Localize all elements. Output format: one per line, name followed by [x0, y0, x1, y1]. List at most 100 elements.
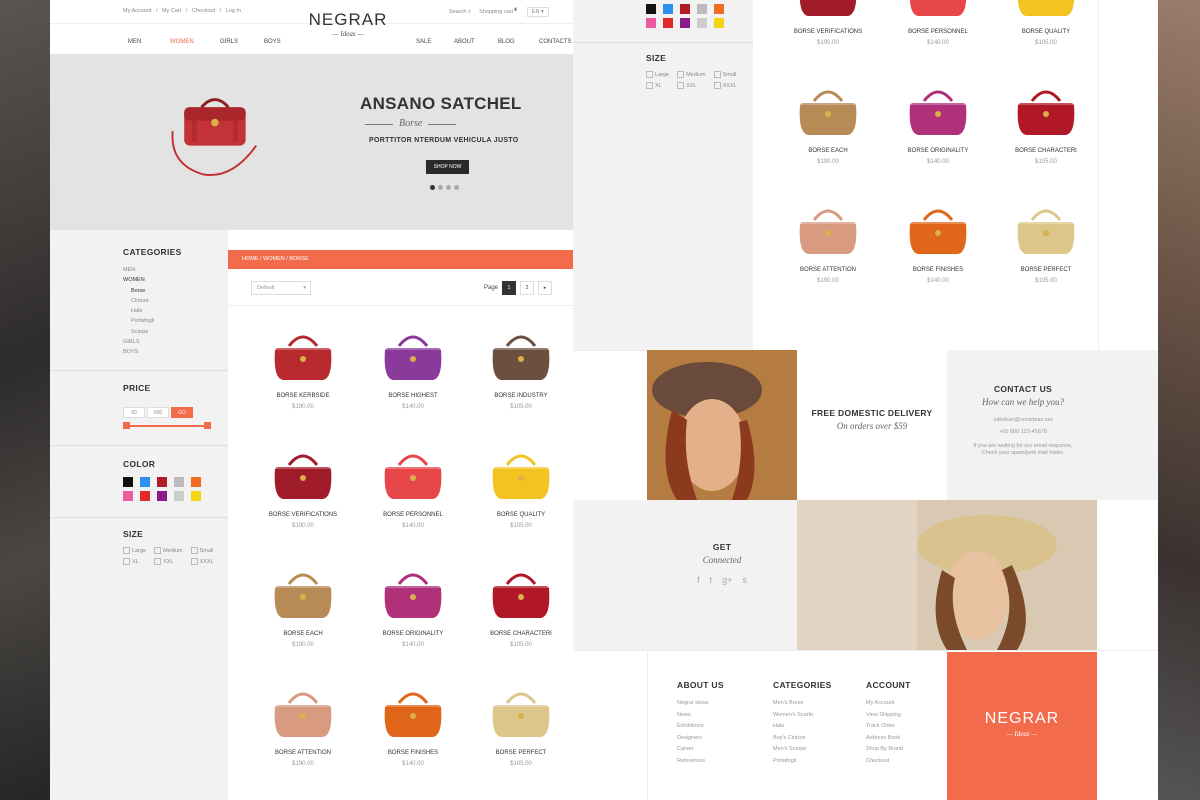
product-card[interactable]: BORSE QUALITY $105.00: [466, 445, 573, 529]
category-item[interactable]: MEN: [123, 265, 182, 275]
product-image-wrap[interactable]: [263, 445, 343, 505]
product-name[interactable]: BORSE HIGHEST: [358, 393, 468, 399]
color-swatch[interactable]: [680, 18, 690, 28]
price-max-input[interactable]: 500: [147, 407, 169, 418]
product-name[interactable]: BORSE INDUSTRY: [466, 393, 573, 399]
product-card[interactable]: BORSE CHARACTERI $105.00: [466, 564, 573, 648]
product-image-wrap[interactable]: [788, 200, 868, 260]
footer-link[interactable]: Address Book: [866, 733, 911, 745]
product-image-wrap[interactable]: [481, 564, 561, 624]
product-image-wrap[interactable]: [481, 326, 561, 386]
size-checkbox[interactable]: Small: [191, 547, 214, 554]
category-item[interactable]: WOMEN: [123, 275, 182, 285]
footer-link[interactable]: Shop By Brand: [866, 744, 911, 756]
size-checkbox[interactable]: XL: [123, 558, 146, 565]
product-image-wrap[interactable]: [898, 0, 978, 22]
contact-email[interactable]: sakahan@cmsideas.net: [947, 417, 1099, 423]
product-image-wrap[interactable]: [481, 445, 561, 505]
nav-women[interactable]: WOMEN: [170, 39, 194, 45]
size-checkbox[interactable]: Large: [123, 547, 146, 554]
size-checkbox[interactable]: XXL: [677, 82, 706, 89]
nav-contacts[interactable]: CONTACTS: [539, 39, 572, 45]
product-card[interactable]: BORSE QUALITY $105.00: [991, 0, 1101, 46]
product-card[interactable]: BORSE CHARACTERI $105.00: [991, 81, 1101, 165]
subcategory-item[interactable]: Borse: [123, 286, 182, 296]
page-button[interactable]: 2: [520, 281, 535, 295]
footer-link[interactable]: News: [677, 710, 724, 722]
product-card[interactable]: BORSE EACH $190.00: [248, 564, 358, 648]
nav-boys[interactable]: BOYS: [264, 39, 281, 45]
product-image-wrap[interactable]: [373, 445, 453, 505]
footer-link[interactable]: Women's Scarfe: [773, 710, 832, 722]
product-card[interactable]: BORSE ATTENTION $190.00: [248, 683, 358, 767]
product-name[interactable]: BORSE PERSONNEL: [883, 29, 993, 35]
skype-icon[interactable]: s: [742, 575, 747, 585]
product-card[interactable]: BORSE VERIFICATIONS $190.00: [248, 445, 358, 529]
size-checkbox[interactable]: Medium: [677, 71, 706, 78]
carousel-dot[interactable]: [446, 185, 451, 190]
my-cart-link[interactable]: My Cart: [162, 8, 181, 14]
color-swatch[interactable]: [697, 4, 707, 14]
carousel-dot[interactable]: [454, 185, 459, 190]
product-image-wrap[interactable]: [263, 683, 343, 743]
color-swatch[interactable]: [191, 491, 201, 501]
color-swatch[interactable]: [714, 18, 724, 28]
carousel-dot[interactable]: [430, 185, 435, 190]
product-card[interactable]: BORSE INDUSTRY $105.00: [466, 326, 573, 410]
product-name[interactable]: BORSE ORIGINALITY: [358, 631, 468, 637]
footer-link[interactable]: Negrar ideas: [677, 698, 724, 710]
sort-select[interactable]: Default ▾: [251, 281, 311, 295]
product-name[interactable]: BORSE QUALITY: [991, 29, 1101, 35]
product-card[interactable]: BORSE HIGHEST $140.00: [358, 326, 468, 410]
product-name[interactable]: BORSE CHARACTERI: [466, 631, 573, 637]
product-card[interactable]: BORSE ATTENTION $190.00: [773, 200, 883, 284]
footer-link[interactable]: Track Order: [866, 721, 911, 733]
color-swatch[interactable]: [174, 477, 184, 487]
product-image-wrap[interactable]: [898, 200, 978, 260]
product-name[interactable]: BORSE EACH: [773, 148, 883, 154]
footer-link[interactable]: My Account: [866, 698, 911, 710]
shopping-cart-link[interactable]: Shopping cart ▘: [479, 9, 519, 15]
product-name[interactable]: BORSE EACH: [248, 631, 358, 637]
product-name[interactable]: BORSE VERIFICATIONS: [248, 512, 358, 518]
product-card[interactable]: BORSE ORIGINALITY $140.00: [883, 81, 993, 165]
product-card[interactable]: BORSE EACH $190.00: [773, 81, 883, 165]
product-image-wrap[interactable]: [788, 81, 868, 141]
color-swatch[interactable]: [140, 477, 150, 487]
product-name[interactable]: BORSE ATTENTION: [773, 267, 883, 273]
subcategory-item[interactable]: Scarpe: [123, 327, 182, 337]
price-slider[interactable]: [123, 422, 211, 429]
twitter-icon[interactable]: t: [710, 575, 713, 585]
price-go-button[interactable]: GO: [171, 407, 193, 418]
product-image-wrap[interactable]: [373, 683, 453, 743]
product-name[interactable]: BORSE ATTENTION: [248, 750, 358, 756]
color-swatch[interactable]: [140, 491, 150, 501]
footer-link[interactable]: Checkout: [866, 756, 911, 768]
product-image-wrap[interactable]: [898, 81, 978, 141]
footer-link[interactable]: References: [677, 756, 724, 768]
subcategory-item[interactable]: Portafogli: [123, 316, 182, 326]
size-checkbox[interactable]: XXXL: [714, 82, 737, 89]
product-name[interactable]: BORSE PERSONNEL: [358, 512, 468, 518]
product-card[interactable]: BORSE PERSONNEL $140.00: [883, 0, 993, 46]
footer-link[interactable]: Portafogli: [773, 756, 832, 768]
footer-link[interactable]: Designers: [677, 733, 724, 745]
product-image-wrap[interactable]: [788, 0, 868, 22]
my-account-link[interactable]: My Account: [123, 8, 151, 14]
checkout-link[interactable]: Checkout: [192, 8, 215, 14]
color-swatch[interactable]: [157, 491, 167, 501]
price-min-input[interactable]: 50: [123, 407, 145, 418]
facebook-icon[interactable]: f: [697, 575, 700, 585]
size-checkbox[interactable]: XL: [646, 82, 669, 89]
product-name[interactable]: BORSE VERIFICATIONS: [773, 29, 883, 35]
nav-blog[interactable]: BLOG: [498, 39, 515, 45]
page-button[interactable]: 1: [502, 281, 517, 295]
product-card[interactable]: BORSE FINISHES $140.00: [358, 683, 468, 767]
product-card[interactable]: BORSE FINISHES $140.00: [883, 200, 993, 284]
footer-link[interactable]: Men's Scarpe: [773, 744, 832, 756]
product-image-wrap[interactable]: [373, 326, 453, 386]
product-image-wrap[interactable]: [481, 683, 561, 743]
color-swatch[interactable]: [663, 18, 673, 28]
product-name[interactable]: BORSE ORIGINALITY: [883, 148, 993, 154]
color-swatch[interactable]: [680, 4, 690, 14]
